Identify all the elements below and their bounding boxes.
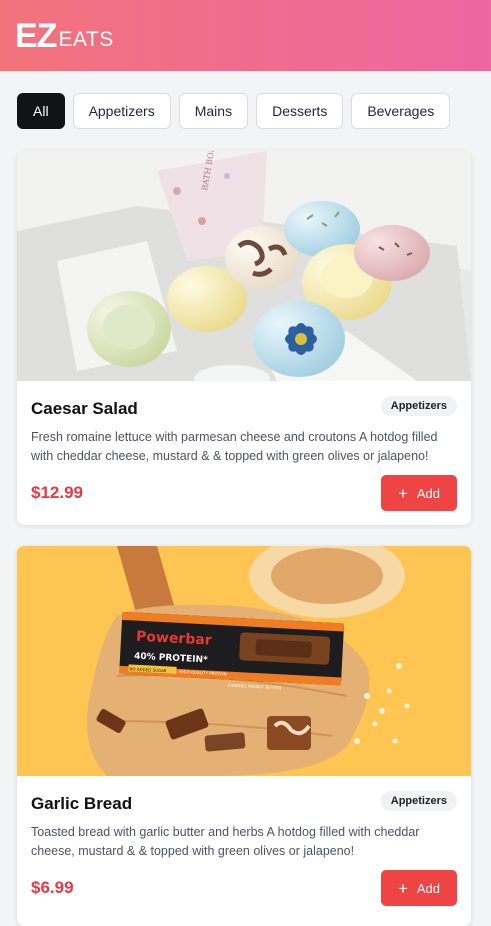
plus-icon: + bbox=[397, 878, 408, 898]
filter-chip-mains[interactable]: Mains bbox=[178, 93, 249, 129]
protein-bar-image: Powerbar 40% PROTEIN* NO ADDED SUGAR HIG… bbox=[17, 546, 471, 776]
filter-chip-all[interactable]: All bbox=[17, 93, 65, 129]
filter-chip-beverages[interactable]: Beverages bbox=[351, 93, 451, 129]
menu-item-title: Caesar Salad bbox=[31, 399, 138, 418]
logo-sub: EATS bbox=[58, 28, 114, 51]
app-header: EZ EATS bbox=[0, 0, 491, 71]
filter-chip-desserts[interactable]: Desserts bbox=[256, 93, 344, 129]
menu-item-details: Caesar Salad Appetizers Fresh romaine le… bbox=[17, 381, 471, 525]
filter-chip-appetizers[interactable]: Appetizers bbox=[72, 93, 171, 129]
menu-item-photo: Powerbar 40% PROTEIN* NO ADDED SUGAR HIG… bbox=[17, 546, 471, 776]
menu-item-description: Fresh romaine lettuce with parmesan chee… bbox=[31, 430, 438, 463]
category-filter-bar: All Appetizers Mains Desserts Beverages bbox=[17, 93, 451, 129]
add-to-cart-button[interactable]: + Add bbox=[381, 475, 457, 511]
menu-item-card: Powerbar 40% PROTEIN* NO ADDED SUGAR HIG… bbox=[17, 546, 471, 926]
menu-item-photo: BATH BOMBS bbox=[17, 151, 471, 381]
category-badge: Appetizers bbox=[380, 791, 457, 811]
bath-bombs-image: BATH BOMBS bbox=[17, 151, 471, 381]
menu-item-card: BATH BOMBS Caesar Salad Appetizers Fresh… bbox=[17, 151, 471, 525]
category-badge: Appetizers bbox=[380, 396, 457, 416]
menu-item-price: $12.99 bbox=[31, 483, 83, 502]
add-to-cart-button[interactable]: + Add bbox=[381, 870, 457, 906]
menu-item-price: $6.99 bbox=[31, 878, 74, 897]
menu-item-details: Garlic Bread Appetizers Toasted bread wi… bbox=[17, 776, 471, 920]
plus-icon: + bbox=[397, 483, 408, 503]
logo-main: EZ bbox=[15, 17, 57, 55]
menu-item-description: Toasted bread with garlic butter and her… bbox=[31, 825, 420, 858]
brand-logo[interactable]: EZ EATS bbox=[15, 19, 114, 53]
menu-item-title: Garlic Bread bbox=[31, 794, 133, 813]
add-button-label: Add bbox=[416, 485, 441, 501]
add-button-label: Add bbox=[416, 880, 441, 896]
